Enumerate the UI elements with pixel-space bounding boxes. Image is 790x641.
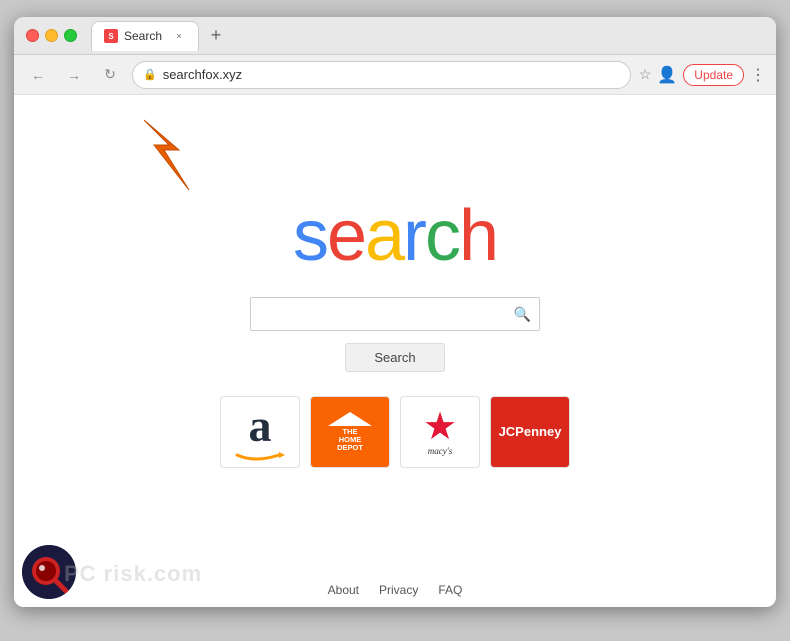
- bookmark-tile-macys[interactable]: ★ macy's: [400, 396, 480, 468]
- traffic-lights: [26, 29, 77, 42]
- forward-button[interactable]: →: [60, 61, 88, 89]
- browser-actions: ☆ 👤 Update ⋮: [639, 64, 766, 86]
- close-window-button[interactable]: [26, 29, 39, 42]
- logo-letter-h: h: [459, 196, 497, 276]
- search-input[interactable]: [259, 306, 508, 322]
- macys-text: macy's: [428, 446, 452, 456]
- privacy-link[interactable]: Privacy: [379, 583, 418, 597]
- logo-letter-s: s: [293, 196, 327, 276]
- bookmark-tile-amazon[interactable]: a: [220, 396, 300, 468]
- about-link[interactable]: About: [328, 583, 359, 597]
- pcrisk-logo: [22, 545, 76, 599]
- logo-letter-e: e: [327, 196, 365, 276]
- back-button[interactable]: ←: [24, 61, 52, 89]
- logo-letter-c: c: [425, 196, 459, 276]
- tab-favicon: S: [104, 29, 118, 43]
- homedepot-text: THEHOMEDEPOT: [337, 428, 363, 453]
- maximize-window-button[interactable]: [64, 29, 77, 42]
- homedepot-roof: [328, 412, 372, 426]
- browser-window: S Search × + ← → ↻ 🔒 searchfox.xyz ☆ 👤 U…: [14, 17, 776, 607]
- bookmark-tile-jcpenney[interactable]: JCPenney: [490, 396, 570, 468]
- amazon-letter: a: [249, 403, 272, 449]
- new-tab-button[interactable]: +: [203, 23, 229, 49]
- url-text: searchfox.xyz: [163, 67, 620, 82]
- amazon-arrow-svg: [235, 449, 285, 461]
- macys-logo-container: ★ macy's: [423, 408, 457, 456]
- user-icon[interactable]: 👤: [657, 65, 677, 85]
- footer-links: About Privacy FAQ: [328, 583, 463, 597]
- bookmark-tiles: a THEHOMEDEPOT ★ macy's: [220, 396, 570, 468]
- pcrisk-logo-svg: [22, 545, 76, 599]
- search-logo: search: [293, 195, 497, 277]
- jcpenney-text: JCPenney: [499, 425, 562, 439]
- lock-icon: 🔒: [143, 68, 157, 81]
- page-content: search 🔍 Search a: [14, 95, 776, 607]
- address-bar[interactable]: 🔒 searchfox.xyz: [132, 61, 631, 89]
- title-bar: S Search × +: [14, 17, 776, 55]
- pcrisk-watermark-text: PC risk.com: [64, 561, 202, 587]
- logo-letter-r: r: [403, 196, 425, 276]
- search-button[interactable]: Search: [345, 343, 445, 372]
- macys-star-icon: ★: [423, 408, 457, 446]
- bookmark-icon[interactable]: ☆: [639, 66, 652, 83]
- homedepot-logo: THEHOMEDEPOT: [328, 412, 372, 453]
- tab-title: Search: [124, 29, 162, 43]
- logo-letter-a: a: [365, 196, 403, 276]
- amazon-logo-container: a: [235, 403, 285, 461]
- minimize-window-button[interactable]: [45, 29, 58, 42]
- search-input-wrapper: 🔍: [250, 297, 540, 331]
- pcrisk-badge: [22, 545, 76, 599]
- update-button[interactable]: Update: [683, 64, 744, 86]
- menu-icon[interactable]: ⋮: [750, 65, 766, 85]
- active-tab[interactable]: S Search ×: [91, 21, 199, 51]
- search-icon-button[interactable]: 🔍: [514, 306, 531, 323]
- faq-link[interactable]: FAQ: [438, 583, 462, 597]
- tab-close-button[interactable]: ×: [172, 29, 186, 43]
- search-area: 🔍 Search: [250, 297, 540, 372]
- arrow-annotation: [134, 115, 224, 195]
- tab-bar: S Search × +: [91, 21, 764, 51]
- bookmark-tile-homedepot[interactable]: THEHOMEDEPOT: [310, 396, 390, 468]
- refresh-button[interactable]: ↻: [96, 61, 124, 89]
- navigation-bar: ← → ↻ 🔒 searchfox.xyz ☆ 👤 Update ⋮: [14, 55, 776, 95]
